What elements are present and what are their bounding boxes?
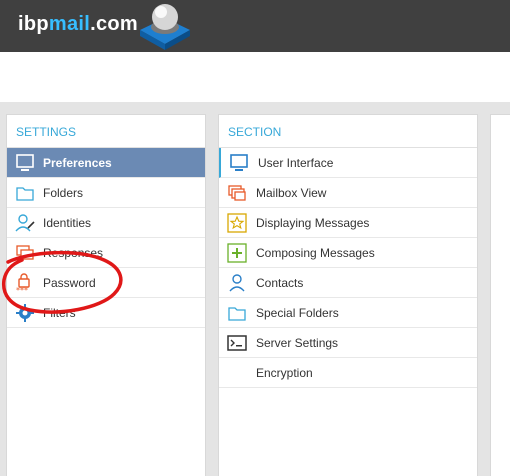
folder-icon (228, 307, 246, 321)
logo-suffix: .com (90, 13, 139, 35)
settings-item-preferences[interactable]: Preferences (7, 148, 205, 178)
section-item-server-settings[interactable]: Server Settings (219, 328, 477, 358)
section-item-label: Special Folders (256, 305, 339, 320)
settings-item-label: Responses (43, 245, 104, 260)
section-item-label: Composing Messages (256, 245, 375, 260)
contact-icon (229, 274, 245, 292)
section-item-label: Contacts (256, 275, 304, 290)
settings-item-label: Password (43, 275, 96, 290)
responses-icon (16, 245, 34, 260)
section-item-label: Server Settings (256, 335, 339, 350)
settings-item-identities[interactable]: Identities (7, 208, 205, 238)
section-item-label: Displaying Messages (256, 215, 370, 230)
section-item-special-folders[interactable]: Special Folders (219, 298, 477, 328)
monitor-icon (230, 154, 248, 171)
settings-item-label: Preferences (43, 155, 112, 170)
top-bar: ibpmail.com (0, 0, 510, 52)
settings-heading: SETTINGS (7, 115, 205, 148)
section-heading: SECTION (219, 115, 477, 148)
settings-item-filters[interactable]: Filters (7, 298, 205, 328)
gear-icon (16, 304, 34, 322)
section-item-contacts[interactable]: Contacts (219, 268, 477, 298)
settings-item-label: Filters (43, 305, 76, 320)
logo[interactable]: ibpmail.com (18, 13, 138, 36)
lock-icon: *** (16, 273, 30, 293)
identity-icon (15, 214, 35, 232)
section-item-label: Encryption (256, 365, 313, 380)
logo-accent: mail (48, 13, 91, 35)
settings-item-label: Folders (43, 185, 84, 200)
settings-panel: SETTINGS Preferences Folders Identities … (6, 114, 206, 476)
star-icon (227, 213, 247, 233)
svg-text:***: *** (16, 286, 28, 293)
section-item-label: User Interface (258, 155, 334, 170)
section-item-user-interface[interactable]: User Interface (219, 148, 477, 178)
section-item-displaying-messages[interactable]: Displaying Messages (219, 208, 477, 238)
section-panel: SECTION User Interface Mailbox View Disp… (218, 114, 478, 476)
logo-emblem-icon (140, 4, 190, 50)
settings-item-folders[interactable]: Folders (7, 178, 205, 208)
section-item-label: Mailbox View (256, 185, 327, 200)
section-item-encryption[interactable]: Encryption (219, 358, 477, 388)
toolbar-area (0, 52, 510, 102)
monitor-icon (16, 154, 34, 171)
plus-icon (227, 243, 247, 263)
terminal-icon (227, 335, 247, 351)
folder-icon (16, 187, 34, 201)
logo-prefix: ibp (18, 13, 49, 35)
content-panel (490, 114, 510, 476)
section-item-composing-messages[interactable]: Composing Messages (219, 238, 477, 268)
settings-item-password[interactable]: *** Password (7, 268, 205, 298)
section-item-mailbox-view[interactable]: Mailbox View (219, 178, 477, 208)
settings-item-label: Identities (43, 215, 92, 230)
settings-item-responses[interactable]: Responses (7, 238, 205, 268)
mailbox-icon (228, 185, 246, 201)
